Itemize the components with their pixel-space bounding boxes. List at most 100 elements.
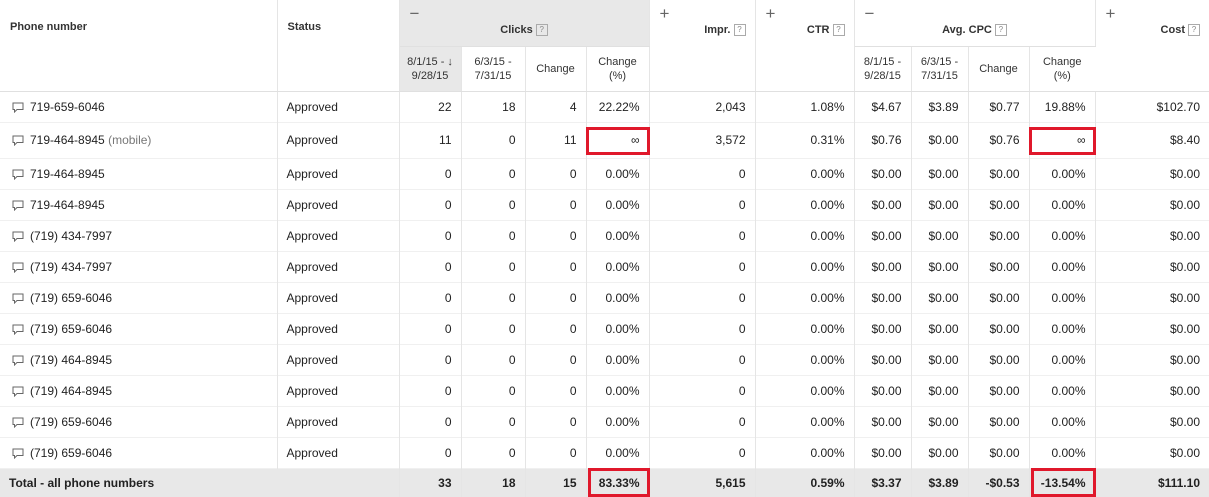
cpc-change-pct: 0.00% [1029, 344, 1095, 375]
header-cpc-change-pct[interactable]: Change(%) [1029, 46, 1095, 91]
ctr: 0.00% [755, 344, 854, 375]
cpc-range1: $0.00 [854, 158, 911, 189]
clicks-change-pct: 0.00% [586, 375, 649, 406]
phone-number-cell: (719) 464-8945 [0, 344, 277, 375]
speech-bubble-icon [12, 102, 24, 113]
clicks-range2: 0 [461, 375, 525, 406]
expand-icon[interactable]: + [660, 4, 670, 24]
header-cost[interactable]: + Cost? [1095, 0, 1209, 91]
clicks-change-pct: 0.00% [586, 189, 649, 220]
table-row: (719) 659-6046Approved0000.00%00.00%$0.0… [0, 313, 1209, 344]
header-impressions[interactable]: + Impr.? [649, 0, 755, 91]
clicks-change: 4 [525, 91, 586, 122]
header-clicks-change-pct[interactable]: Change(%) [586, 46, 649, 91]
phone-number-cell: 719-464-8945 [0, 189, 277, 220]
cpc-range2: $0.00 [911, 344, 968, 375]
speech-bubble-icon [12, 355, 24, 366]
help-icon[interactable]: ? [833, 24, 845, 36]
clicks-range2: 18 [461, 91, 525, 122]
help-icon[interactable]: ? [1188, 24, 1200, 36]
phone-number: (719) 659-6046 [30, 291, 112, 305]
clicks-range2: 0 [461, 251, 525, 282]
cpc-range1: $0.00 [854, 220, 911, 251]
phone-number-cell: (719) 434-7997 [0, 220, 277, 251]
impressions: 0 [649, 437, 755, 468]
cpc-range1: $0.00 [854, 344, 911, 375]
header-status[interactable]: Status [277, 0, 399, 91]
total-label: Total - all phone numbers [0, 468, 399, 497]
phone-number: (719) 434-7997 [30, 260, 112, 274]
collapse-icon[interactable]: − [865, 4, 875, 24]
cost: $0.00 [1095, 375, 1209, 406]
ctr: 0.00% [755, 251, 854, 282]
expand-icon[interactable]: + [766, 4, 776, 24]
clicks-change: 0 [525, 220, 586, 251]
total-cpc-change-pct: -13.54% [1029, 468, 1095, 497]
impressions: 0 [649, 189, 755, 220]
cpc-change-pct: 0.00% [1029, 375, 1095, 406]
collapse-icon[interactable]: − [410, 4, 420, 24]
clicks-range2: 0 [461, 282, 525, 313]
total-clicks-change-pct: 83.33% [586, 468, 649, 497]
header-cpc-range1[interactable]: 8/1/15 -9/28/15 [854, 46, 911, 91]
status-cell: Approved [277, 91, 399, 122]
speech-bubble-icon [12, 293, 24, 304]
status-cell: Approved [277, 313, 399, 344]
phone-number-cell: (719) 434-7997 [0, 251, 277, 282]
cpc-change: $0.00 [968, 344, 1029, 375]
header-ctr[interactable]: + CTR? [755, 0, 854, 91]
clicks-change-pct: 0.00% [586, 313, 649, 344]
header-cpc-change[interactable]: Change [968, 46, 1029, 91]
clicks-range1: 0 [399, 189, 461, 220]
highlight-box [1029, 127, 1096, 155]
header-clicks-group[interactable]: − Clicks? [399, 0, 649, 46]
cpc-change-pct: 0.00% [1029, 220, 1095, 251]
cost: $0.00 [1095, 189, 1209, 220]
expand-icon[interactable]: + [1106, 4, 1116, 24]
header-phone-number[interactable]: Phone number [0, 0, 277, 91]
ctr: 0.00% [755, 437, 854, 468]
cpc-change: $0.00 [968, 313, 1029, 344]
phone-number: 719-659-6046 [30, 100, 105, 114]
total-cpc-range2: $3.89 [911, 468, 968, 497]
phone-number-cell: (719) 464-8945 [0, 375, 277, 406]
help-icon[interactable]: ? [536, 24, 548, 36]
phone-number: (719) 659-6046 [30, 446, 112, 460]
clicks-change-pct: ∞ [586, 122, 649, 158]
header-cpc-range2[interactable]: 6/3/15 -7/31/15 [911, 46, 968, 91]
impressions: 0 [649, 282, 755, 313]
help-icon[interactable]: ? [995, 24, 1007, 36]
phone-number: (719) 464-8945 [30, 353, 112, 367]
cpc-change: $0.76 [968, 122, 1029, 158]
phone-number: (719) 659-6046 [30, 322, 112, 336]
clicks-range2: 0 [461, 158, 525, 189]
clicks-range2: 0 [461, 313, 525, 344]
phone-number: (719) 464-8945 [30, 384, 112, 398]
status-cell: Approved [277, 406, 399, 437]
highlight-box [1031, 468, 1096, 497]
cpc-change-pct: 19.88% [1029, 91, 1095, 122]
cpc-change-pct: 0.00% [1029, 251, 1095, 282]
phone-number: (719) 434-7997 [30, 229, 112, 243]
speech-bubble-icon [12, 231, 24, 242]
clicks-change-pct: 0.00% [586, 344, 649, 375]
header-clicks-change[interactable]: Change [525, 46, 586, 91]
ctr: 0.00% [755, 375, 854, 406]
table-row: (719) 464-8945Approved0000.00%00.00%$0.0… [0, 375, 1209, 406]
clicks-change-pct: 22.22% [586, 91, 649, 122]
cpc-range2: $0.00 [911, 158, 968, 189]
cpc-range2: $0.00 [911, 189, 968, 220]
header-avg-cpc-group[interactable]: − Avg. CPC? [854, 0, 1095, 46]
clicks-range1: 0 [399, 406, 461, 437]
clicks-range1: 0 [399, 313, 461, 344]
cpc-range1: $0.00 [854, 437, 911, 468]
cost: $0.00 [1095, 313, 1209, 344]
header-clicks-range1[interactable]: 8/1/15 -↓9/28/15 [399, 46, 461, 91]
ctr: 0.00% [755, 313, 854, 344]
help-icon[interactable]: ? [734, 24, 746, 36]
clicks-range1: 0 [399, 344, 461, 375]
impressions: 0 [649, 251, 755, 282]
clicks-range1: 0 [399, 437, 461, 468]
header-clicks-range2[interactable]: 6/3/15 -7/31/15 [461, 46, 525, 91]
cost: $0.00 [1095, 158, 1209, 189]
